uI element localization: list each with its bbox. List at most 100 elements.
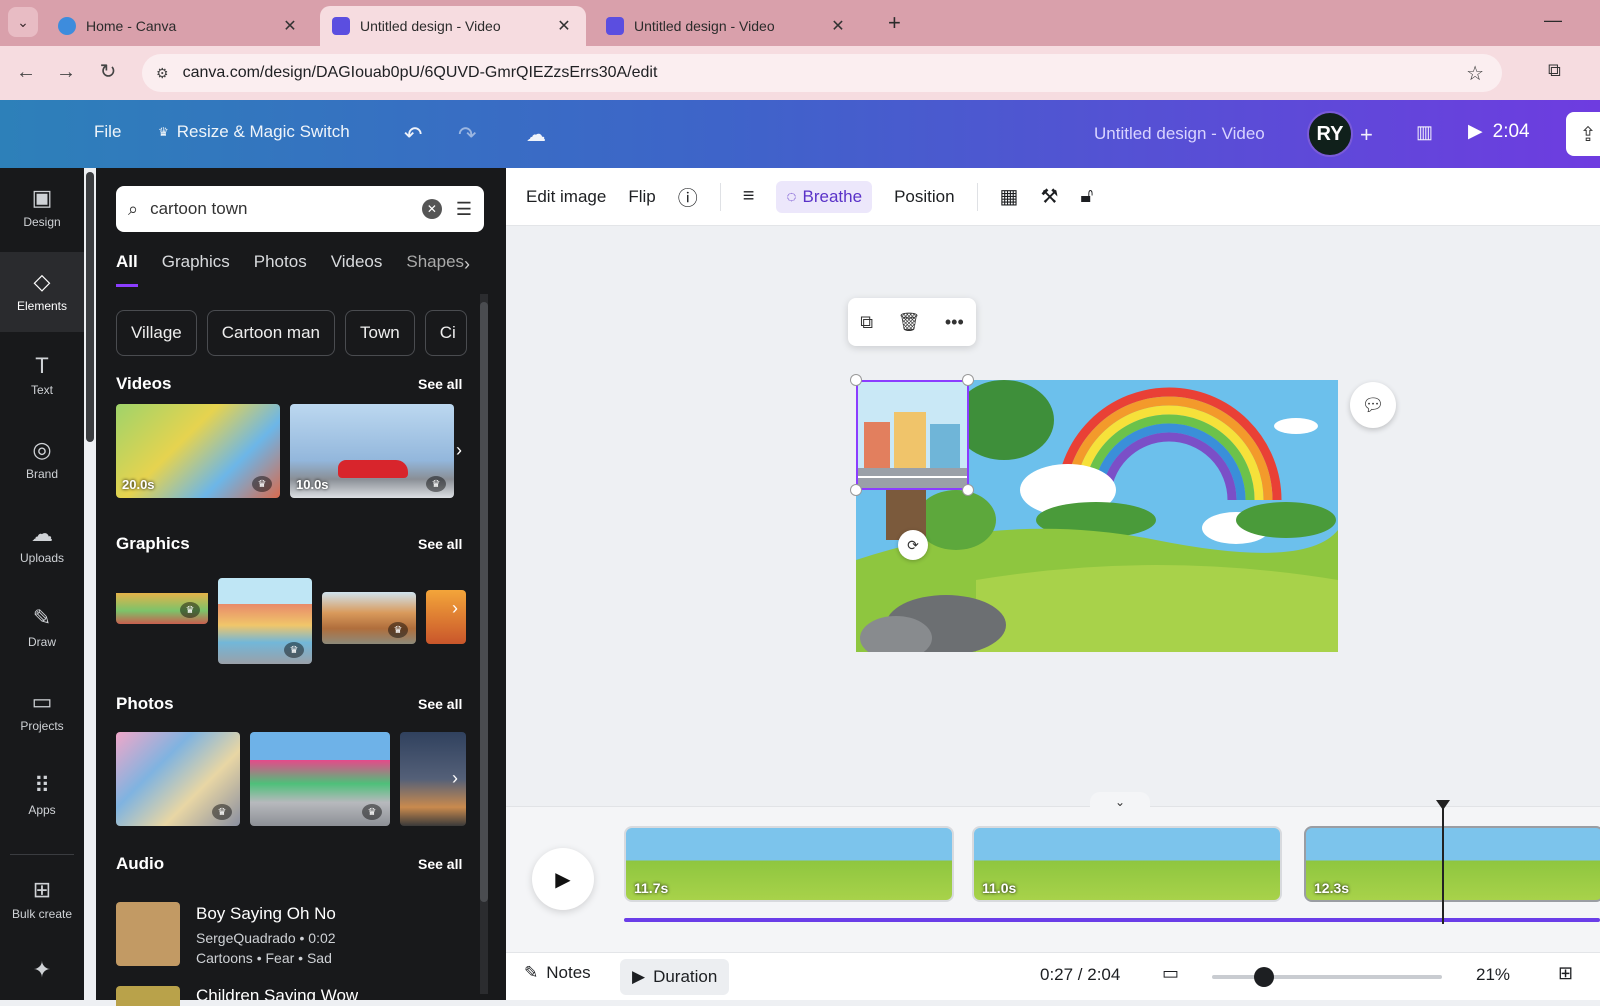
forward-arrow-icon[interactable]: → <box>54 60 78 84</box>
close-icon[interactable]: ✕ <box>280 16 300 36</box>
add-collaborator-plus-icon[interactable]: + <box>1360 122 1373 148</box>
rail-scrollbar[interactable] <box>86 172 94 442</box>
timeline-play-button[interactable]: ▶ <box>532 848 594 910</box>
more-options-icon[interactable]: ••• <box>945 312 964 333</box>
rail-item-text[interactable]: T Text <box>0 336 84 416</box>
duplicate-icon[interactable]: ⧉ <box>860 312 873 333</box>
chip-town[interactable]: Town <box>345 310 415 356</box>
audio-title[interactable]: Boy Saying Oh No <box>196 904 336 924</box>
chevron-down-icon[interactable]: ⌄ <box>1090 792 1150 812</box>
zoom-slider[interactable] <box>1212 967 1442 987</box>
flip-button[interactable]: Flip <box>628 187 655 207</box>
graphic-result-thumbnail[interactable] <box>426 590 466 644</box>
resize-handle[interactable] <box>962 484 974 496</box>
zoom-percentage[interactable]: 21% <box>1476 965 1510 985</box>
timeline-clip[interactable]: 11.7s <box>624 826 954 902</box>
rail-item-uploads[interactable]: ☁ Uploads <box>0 504 84 584</box>
scrollbar-thumb[interactable] <box>480 302 488 902</box>
rail-item-design[interactable]: ▣ Design <box>0 168 84 248</box>
notes-button[interactable]: ✎ Notes <box>524 963 591 983</box>
insights-chart-icon[interactable]: ▥ <box>1416 122 1433 143</box>
rail-item-projects[interactable]: ▭ Projects <box>0 672 84 752</box>
tab-graphics[interactable]: Graphics <box>162 252 230 287</box>
new-tab-plus-icon[interactable]: + <box>888 10 901 36</box>
photo-result-thumbnail[interactable]: ♛ <box>250 732 390 826</box>
chevron-right-icon[interactable]: › <box>456 440 462 461</box>
timeline-progress-bar[interactable] <box>624 918 1600 922</box>
rail-item-draw[interactable]: ✎ Draw <box>0 588 84 668</box>
audio-title[interactable]: Children Saying Wow <box>196 986 358 1000</box>
clear-search-icon[interactable]: ✕ <box>421 199 442 219</box>
tab-search-button[interactable]: ⌄ <box>8 7 38 37</box>
selected-element-outline[interactable] <box>856 380 969 490</box>
edit-image-button[interactable]: Edit image <box>526 187 606 207</box>
border-style-icon[interactable]: ≡ <box>743 185 755 208</box>
close-icon[interactable]: ✕ <box>554 16 574 36</box>
graphic-result-thumbnail[interactable]: ♛ <box>322 592 416 644</box>
search-input[interactable]: ⌕ cartoon town ✕ ☰ <box>116 186 484 232</box>
extensions-puzzle-icon[interactable]: ⧉ <box>1548 60 1561 81</box>
main-menu-icon[interactable] <box>32 122 52 132</box>
info-icon[interactable]: ⓘ <box>678 182 698 211</box>
video-result-thumbnail[interactable]: 20.0s ♛ <box>116 404 280 498</box>
browser-tab-home[interactable]: Home - Canva ✕ <box>46 6 312 46</box>
see-all-audio-link[interactable]: See all <box>418 856 462 872</box>
breathe-animation-button[interactable]: ◌ Breathe <box>776 180 873 213</box>
rail-item-elements[interactable]: ◇ Elements <box>0 252 84 332</box>
see-all-videos-link[interactable]: See all <box>418 376 462 392</box>
site-info-icon[interactable]: ⚙ <box>156 65 169 82</box>
document-title[interactable]: Untitled design - Video <box>1094 124 1265 144</box>
back-arrow-icon[interactable]: ← <box>14 60 38 84</box>
avatar[interactable]: RY <box>1307 111 1353 157</box>
redo-icon[interactable]: ↷ <box>458 122 476 148</box>
see-all-graphics-link[interactable]: See all <box>418 536 462 552</box>
chip-city[interactable]: Ci <box>424 310 467 356</box>
rail-item-bulk-create[interactable]: ⊞ Bulk create <box>0 860 84 940</box>
grid-view-icon[interactable]: ⊞ <box>1558 963 1573 984</box>
chevron-right-icon[interactable]: › <box>452 768 458 789</box>
chip-cartoon-man[interactable]: Cartoon man <box>206 310 336 356</box>
position-button[interactable]: Position <box>894 187 954 207</box>
panel-scrollbar[interactable] <box>480 294 488 994</box>
zoom-slider-knob[interactable] <box>1254 967 1274 987</box>
page-view-icon[interactable]: ▭ <box>1162 963 1179 984</box>
transparency-icon[interactable]: ▦ <box>1000 184 1019 209</box>
rail-item-magic[interactable]: ✦ <box>0 940 84 1000</box>
close-icon[interactable]: ✕ <box>828 16 848 36</box>
lock-icon[interactable]: 🔓︎ <box>1080 185 1093 208</box>
playhead[interactable] <box>1442 806 1444 924</box>
graphic-result-thumbnail[interactable]: ♛ <box>218 578 312 664</box>
cloud-saved-icon[interactable]: ☁ <box>526 122 546 147</box>
bookmark-star-icon[interactable]: ☆ <box>1466 61 1484 86</box>
rail-item-brand[interactable]: ◎ Brand <box>0 420 84 500</box>
tab-photos[interactable]: Photos <box>254 252 307 287</box>
resize-handle[interactable] <box>850 484 862 496</box>
present-play-button[interactable]: ▶ 2:04 <box>1468 120 1530 143</box>
timeline-clip-selected[interactable]: 12.3s <box>1304 826 1600 902</box>
timeline-clip[interactable]: 11.0s <box>972 826 1282 902</box>
duration-button[interactable]: ▶︎ Duration <box>620 959 730 995</box>
add-comment-icon[interactable]: 💬︎ <box>1350 382 1396 428</box>
reload-icon[interactable]: ↻ <box>96 60 120 84</box>
resize-handle[interactable] <box>962 374 974 386</box>
browser-tab-active[interactable]: Untitled design - Video ✕ <box>320 6 586 46</box>
paint-roller-icon[interactable]: ⚒ <box>1040 184 1058 209</box>
chip-village[interactable]: Village <box>116 310 197 356</box>
file-menu-button[interactable]: File <box>94 122 121 142</box>
filter-sliders-icon[interactable]: ☰ <box>456 199 472 220</box>
tab-shapes[interactable]: Shapes <box>406 252 464 287</box>
url-field[interactable]: ⚙ canva.com/design/DAGIouab0pU/6QUVD-Gmr… <box>142 54 1502 92</box>
see-all-photos-link[interactable]: See all <box>418 696 462 712</box>
video-result-thumbnail[interactable]: 10.0s ♛ <box>290 404 454 498</box>
trash-icon[interactable]: 🗑︎ <box>898 312 921 333</box>
resize-handle[interactable] <box>850 374 862 386</box>
audio-cover[interactable] <box>116 986 180 1006</box>
undo-icon[interactable]: ↶ <box>404 122 422 148</box>
tab-all[interactable]: All <box>116 252 138 287</box>
minimize-window-icon[interactable]: — <box>1544 10 1562 31</box>
audio-cover[interactable] <box>116 902 180 966</box>
chevron-right-icon[interactable]: › <box>452 598 458 619</box>
rotate-handle-icon[interactable]: ⟳ <box>898 530 928 560</box>
resize-magic-switch-button[interactable]: ♛ Resize & Magic Switch <box>158 122 350 142</box>
chevron-right-icon[interactable]: › <box>464 254 470 275</box>
